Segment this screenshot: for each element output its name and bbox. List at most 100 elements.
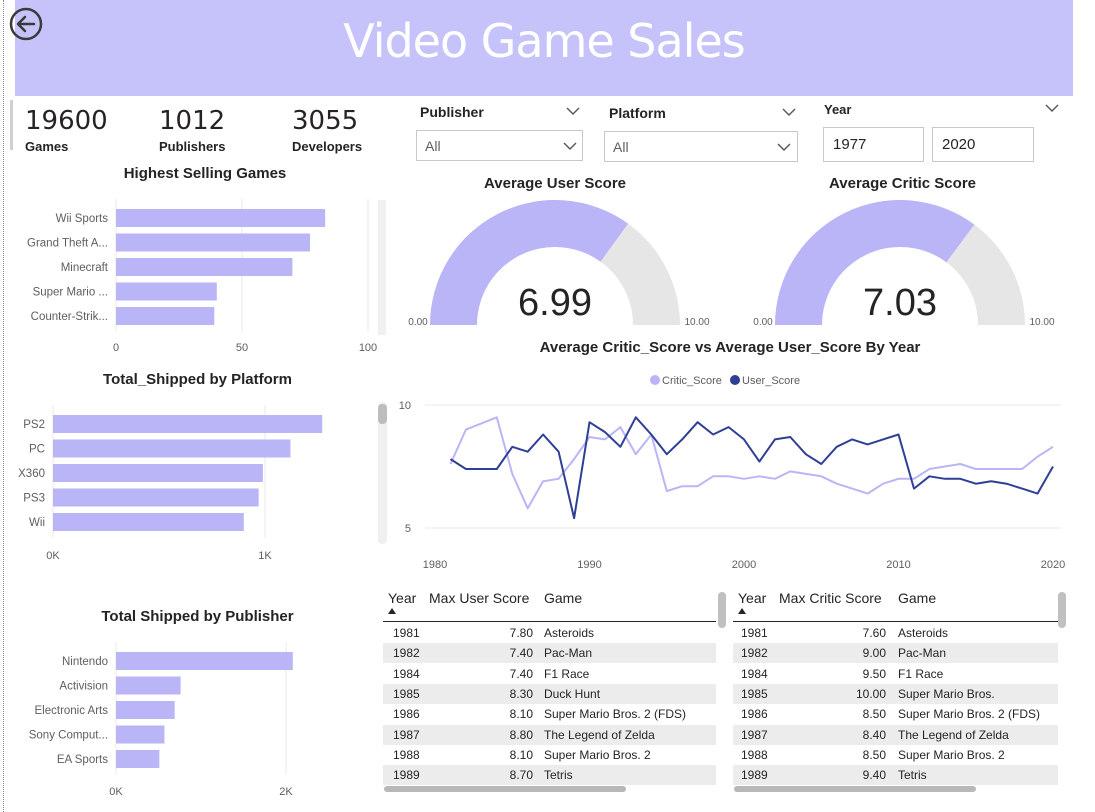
bar[interactable] [116,676,181,695]
table-row[interactable]: 1982 7.40 Pac-Man [383,643,716,664]
kpi-developers-label: Developers [292,139,363,154]
table-cell: 1985 [741,686,768,701]
category-label: PS2 [23,419,45,431]
table-row[interactable]: 1989 9.40 Tetris [733,765,1058,786]
table-cell: 1984 [393,666,420,681]
critic-table-scrollbar[interactable] [1058,592,1066,628]
table-cell: Asteroids [544,626,595,640]
bar[interactable] [116,750,160,768]
table-row[interactable]: 1984 7.40 F1 Race [383,664,716,684]
column-header[interactable]: Max Critic Score [779,590,882,618]
x-tick-label: 0 [113,342,119,354]
kpi-publishers-value: 1012 [159,106,226,136]
gauge-min-label: 0.00 [408,317,428,328]
user-table-hscrollbar[interactable] [384,786,626,792]
max-critic-score-table: Year Max Critic Score Game 1981 7.60 Asteroid… [733,590,1058,790]
bar[interactable] [53,415,323,433]
shipped-publisher-title: Total Shipped by Publisher [101,608,294,625]
line-chart-scrollbar[interactable] [378,404,387,424]
table-cell: 8.10 [509,747,533,762]
avg-critic-score-gauge: 7.03 0.00 10.00 [753,200,1055,328]
shipped-publisher-chart: 0K 2K Nintendo Activision Electronic Arts Son… [29,642,293,798]
table-cell: 1989 [393,768,420,783]
table-cell: 7.60 [862,626,886,640]
table-cell: 1984 [741,666,768,681]
sort-ascending-icon[interactable] [388,608,396,614]
table-row[interactable]: 1986 8.50 Super Mario Bros. 2 (FDS) [733,704,1058,724]
avg-user-score-title: Average User Score [483,175,627,192]
table-row[interactable]: 1986 8.10 Super Mario Bros. 2 (FDS) [383,704,716,724]
column-header[interactable]: Max User Score [429,590,529,618]
table-row[interactable]: 1985 10.00 Super Mario Bros. [733,683,1058,704]
table-cell: 8.70 [509,768,533,783]
column-header[interactable]: Game [544,590,582,618]
kpi-games-value: 19600 [25,106,108,136]
category-label: Wii [29,517,45,529]
bar[interactable] [116,258,293,276]
table-row[interactable]: 1988 8.50 Super Mario Bros. 2 [733,745,1058,765]
table-row[interactable]: 1988 8.10 Super Mario Bros. 2 [383,745,716,765]
table-cell: 1982 [741,646,768,661]
table-cell: 9.50 [862,666,886,681]
gauge-value: 7.03 [863,282,937,324]
sort-ascending-icon[interactable] [738,608,746,614]
table-cell: Super Mario Bros. 2 (FDS) [544,707,687,722]
table-cell: 9.40 [862,768,886,783]
column-header[interactable]: Game [898,590,936,618]
kpi-divider [10,100,13,150]
x-tick-label: 1K [258,550,272,562]
legend-label: User_Score [742,375,800,387]
user-table-scrollbar[interactable] [718,592,726,628]
x-tick-label: 1980 [423,559,447,571]
back-arrow-icon[interactable] [8,6,44,42]
category-label: Electronic Arts [35,705,109,717]
bar[interactable] [53,488,259,507]
table-row[interactable]: 1987 8.40 The Legend of Zelda [733,724,1058,745]
x-tick-label: 1990 [577,559,601,571]
bar[interactable] [116,307,215,325]
bar[interactable] [53,464,263,482]
critic-table-hscrollbar[interactable] [734,786,976,792]
dashboard: Video Game Sales 19600 Games 1012 Publis… [0,0,1095,812]
table-cell: Super Mario Bros. 2 [544,747,651,762]
table-row[interactable]: 1982 9.00 Pac-Man [733,643,1058,664]
table-row[interactable]: 1981 7.60 Asteroids [733,623,1058,643]
bar[interactable] [116,209,326,227]
gauge-value: 6.99 [518,282,592,324]
bar[interactable] [116,701,175,719]
x-tick-label: 2010 [886,559,910,571]
table-cell: Duck Hunt [544,686,601,701]
category-label: PC [29,444,45,456]
chevron-down-icon[interactable] [566,106,580,116]
chevron-down-icon[interactable] [782,107,796,117]
bar[interactable] [116,652,293,670]
chevron-down-icon[interactable] [1045,103,1059,113]
table-row[interactable]: 1989 8.70 Tetris [383,765,716,786]
series-line[interactable] [449,416,1054,520]
table-cell: 1981 [741,626,768,640]
category-label: X360 [18,468,45,480]
table-row[interactable]: 1985 8.30 Duck Hunt [383,683,716,704]
table-row[interactable]: 1981 7.80 Asteroids [383,623,716,643]
table-row[interactable]: 1984 9.50 F1 Race [733,664,1058,684]
year-slicer-label: Year [824,102,852,117]
series-line[interactable] [449,416,1054,510]
category-label: Minecraft [61,262,109,274]
platform-dropdown[interactable]: All [604,131,798,162]
chevron-down-icon [777,143,791,151]
table-cell: 1986 [741,707,768,722]
bar[interactable] [116,282,217,301]
publisher-dropdown[interactable]: All [416,130,583,161]
table-row[interactable]: 1987 8.80 The Legend of Zelda [383,724,716,745]
chart-scroll-track [378,200,386,335]
x-tick-label: 0K [109,786,123,798]
year-to-input[interactable]: 2020 [932,127,1034,162]
bar[interactable] [116,725,165,744]
bar[interactable] [116,233,311,252]
bar[interactable] [53,439,291,458]
category-label: Wii Sports [56,213,109,225]
gauge-max-label: 10.00 [1029,317,1054,328]
bar[interactable] [53,513,244,531]
table-cell: 7.80 [509,626,533,640]
year-from-input[interactable]: 1977 [823,127,924,162]
